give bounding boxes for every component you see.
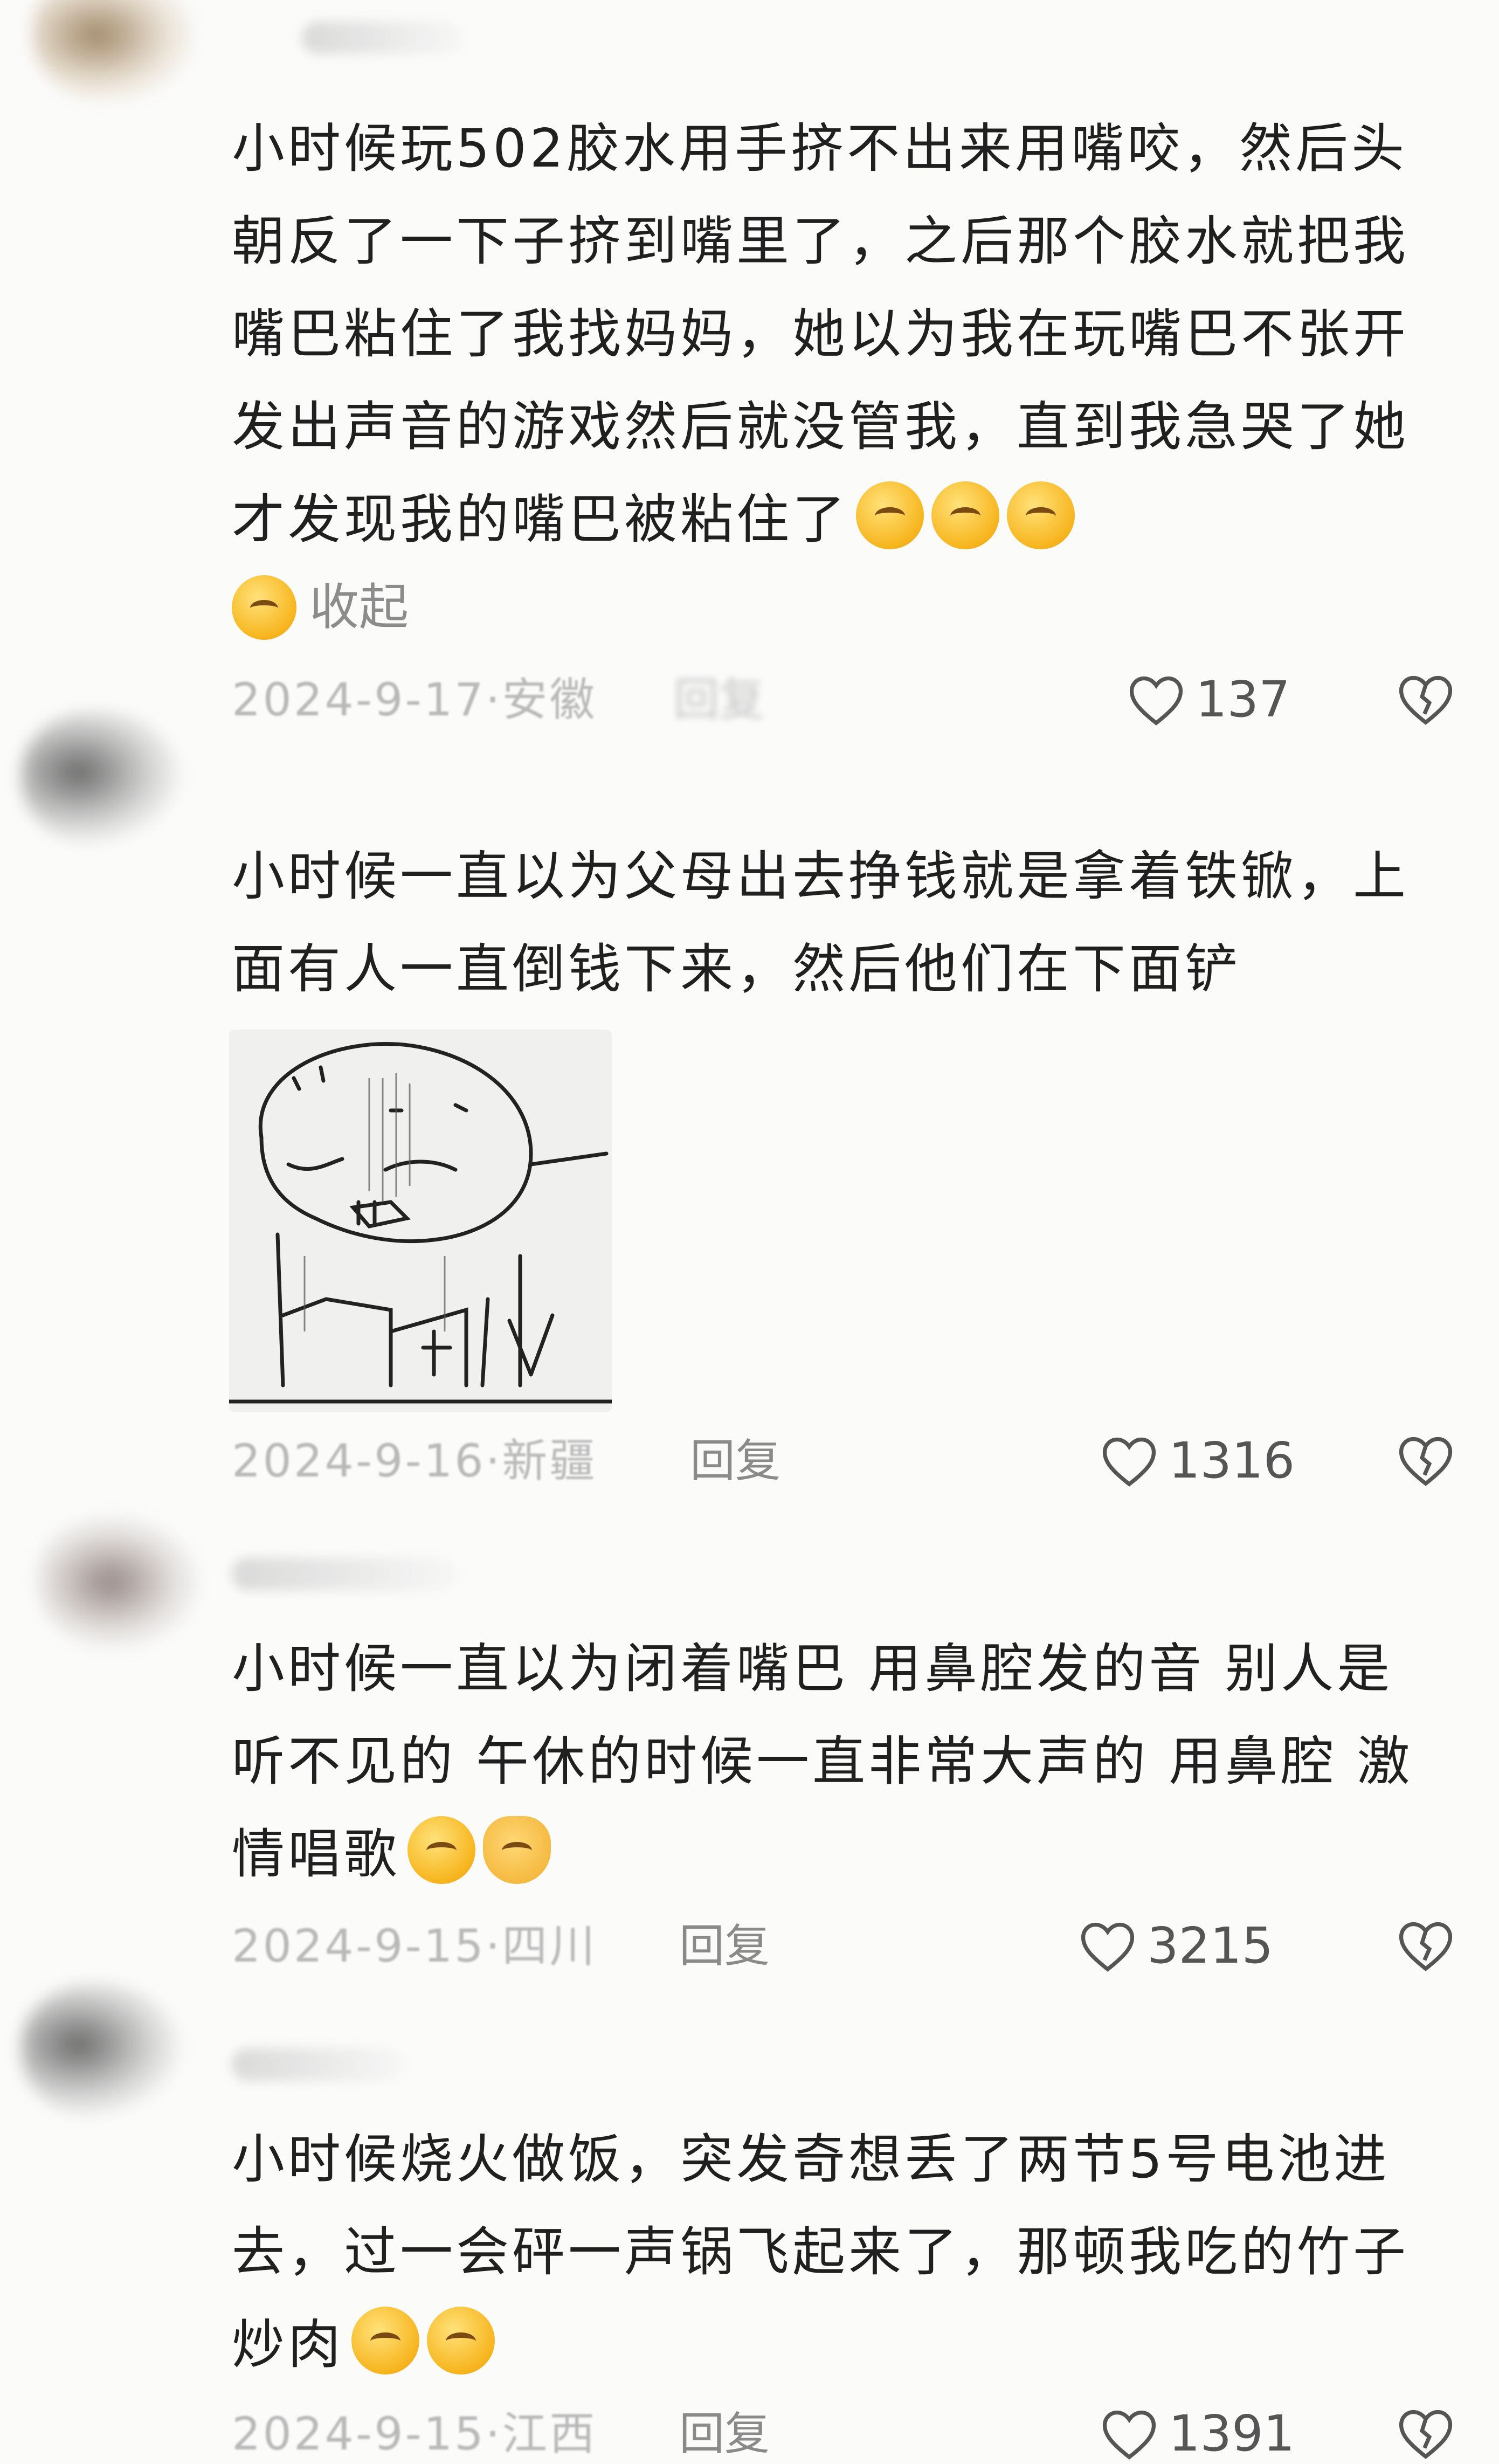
heart-outline-icon <box>1129 676 1183 726</box>
heart-outline-icon <box>1102 2410 1156 2460</box>
username-blurred[interactable] <box>232 2048 404 2081</box>
comment-meta: 2024-9-17·安徽 回复 137 <box>232 670 1455 729</box>
like-count: 1316 <box>1169 1432 1295 1489</box>
reply-button[interactable]: 回复 <box>679 1916 770 1976</box>
reply-button[interactable]: 回复 <box>674 670 764 729</box>
like-button[interactable]: 3215 <box>1078 1916 1273 1976</box>
heart-outline-icon <box>1102 1437 1156 1487</box>
comment-image[interactable] <box>229 1030 612 1412</box>
like-button[interactable]: 1316 <box>1100 1431 1295 1490</box>
comment-date-location: 2024-9-15·江西 <box>232 2407 597 2460</box>
like-button[interactable]: 1391 <box>1100 2404 1295 2463</box>
comment-meta: 2024-9-15·四川 回复 3215 <box>232 1916 1455 1976</box>
comment-text: 小时候一直以为闭着嘴巴 用鼻腔发的音 别人是听不见的 午休的时候一直非常大声的 … <box>232 1638 1413 1885</box>
comment-text: 小时候一直以为父母出去挣钱就是拿着铁锨，上面有人一直倒钱下来，然后他们在下面铲 <box>232 846 1410 1000</box>
comment-date-location: 2024-9-16·新疆 <box>232 1434 597 1487</box>
collapse-label: 收起 <box>309 578 409 636</box>
comment-text: 小时候烧火做饭，突发奇想丢了两节5号电池进去，过一会砰一声锅飞起来了，那顿我吃的… <box>232 2129 1410 2376</box>
grinning-teeth-emoji-icon <box>351 2307 420 2375</box>
broken-heart-icon[interactable] <box>1396 1433 1455 1487</box>
like-count: 1391 <box>1169 2405 1295 2462</box>
pleading-face-emoji-icon <box>931 481 1000 549</box>
username-blurred[interactable] <box>232 1558 458 1590</box>
broken-heart-icon[interactable] <box>1396 672 1455 726</box>
comment-date-location: 2024-9-15·四川 <box>232 1920 597 1972</box>
hand-drawn-figure <box>229 1042 612 1404</box>
grinning-teeth-emoji-icon <box>427 2307 495 2375</box>
pleading-face-emoji-icon <box>1007 481 1075 549</box>
comment-text: 小时候玩502胶水用手挤不出来用嘴咬，然后头朝反了一下子挤到嘴里了，之后那个胶水… <box>232 118 1410 550</box>
broken-heart-icon[interactable] <box>1396 1918 1455 1972</box>
heart-outline-icon <box>1081 1922 1135 1972</box>
rolling-laughing-emoji-icon <box>407 1816 476 1884</box>
like-count: 137 <box>1196 671 1290 728</box>
username-blurred[interactable] <box>302 22 464 54</box>
ok-hand-emoji-icon <box>483 1816 551 1884</box>
collapse-button[interactable]: 收起 <box>232 572 409 643</box>
comment-date-location: 2024-9-17·安徽 <box>232 673 597 726</box>
comment-meta: 2024-9-16·新疆 回复 1316 <box>232 1431 1455 1490</box>
broken-heart-icon[interactable] <box>1396 2406 1455 2460</box>
pleading-face-emoji-icon <box>856 481 924 549</box>
avatar[interactable] <box>32 0 194 102</box>
avatar[interactable] <box>22 712 183 846</box>
reply-button[interactable]: 回复 <box>679 2404 770 2463</box>
avatar[interactable] <box>22 1984 183 2118</box>
like-button[interactable]: 137 <box>1127 670 1290 729</box>
avatar[interactable] <box>38 1515 199 1649</box>
like-count: 3215 <box>1147 1917 1274 1975</box>
reply-button[interactable]: 回复 <box>690 1431 780 1490</box>
pleading-face-emoji-icon <box>232 575 296 640</box>
comment-meta: 2024-9-15·江西 回复 1391 <box>232 2404 1455 2463</box>
